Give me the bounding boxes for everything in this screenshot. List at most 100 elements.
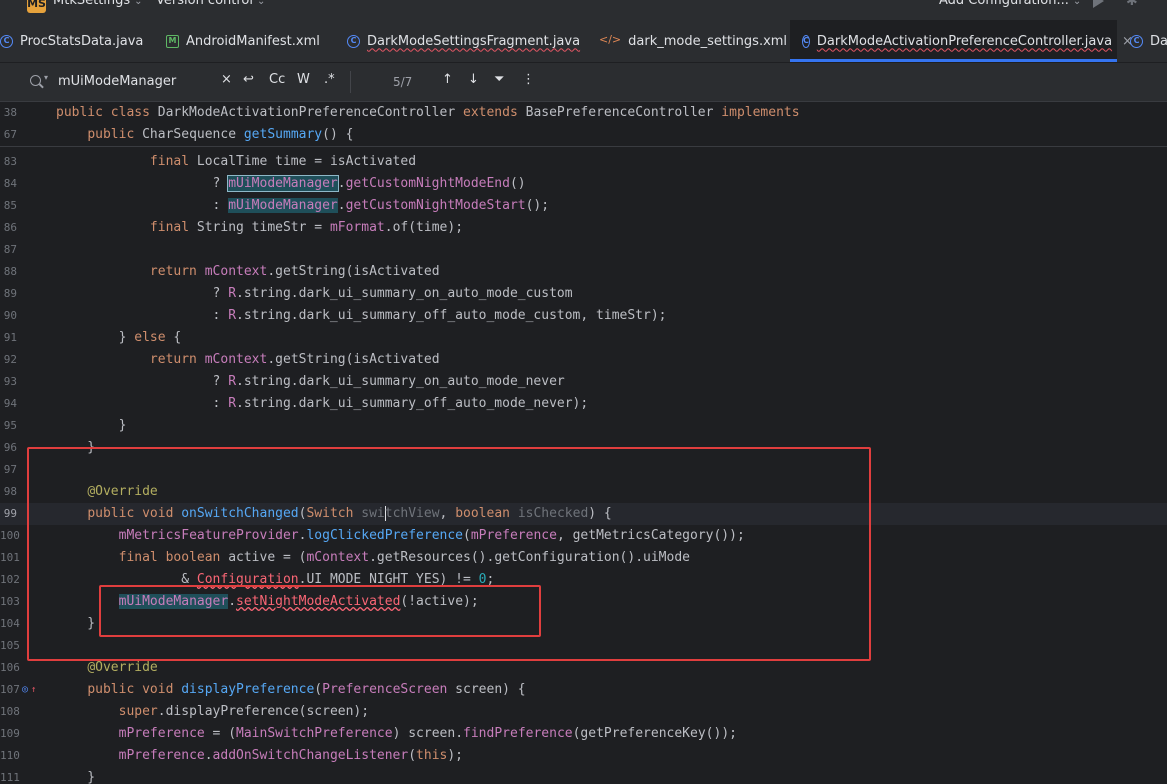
chevron-down-icon: ⌄ <box>134 0 143 7</box>
tab-label: DarkModeSettingsFragment.java <box>367 33 581 49</box>
code-text: ? R.string.dark_ui_summary_on_auto_mode_… <box>56 374 565 389</box>
tab-darkmodesettingsfragment[interactable]: C DarkModeSettingsFragment.java <box>347 20 580 62</box>
code-line[interactable]: 100 mMetricsFeatureProvider.logClickedPr… <box>0 525 1167 547</box>
manifest-icon: M <box>166 34 179 48</box>
code-line[interactable]: 103 mUiModeManager.setNightModeActivated… <box>0 591 1167 613</box>
code-line[interactable]: 38 public class DarkModeActivationPrefere… <box>0 102 1167 124</box>
code-line[interactable]: 87 <box>0 239 1167 261</box>
editor-tab-bar: C ProcStatsData.java M AndroidManifest.xml… <box>0 20 1167 63</box>
tab-darkmodeactivationpreferencecontroller[interactable]: C DarkModeActivationPreferenceController.… <box>790 20 1133 62</box>
code-line[interactable]: 101 final boolean active = (mContext.get… <box>0 547 1167 569</box>
code-text: public class DarkModeActivationPreferenc… <box>56 105 800 120</box>
code-text: } <box>56 616 96 631</box>
tab-dark-mode-settings-xml[interactable]: </> dark_mode_settings.xml <box>599 20 787 62</box>
code-text: } <box>56 418 127 433</box>
line-number: 83 <box>3 155 17 168</box>
code-text: ? mUiModeManager.getCustomNightModeEnd() <box>56 175 526 192</box>
version-control-menu[interactable]: Version control ⌄ <box>156 0 265 8</box>
code-line[interactable]: 89 ? R.string.dark_ui_summary_on_auto_mo… <box>0 283 1167 305</box>
whole-words-button[interactable]: W <box>297 72 310 87</box>
line-number: 38 <box>3 106 17 119</box>
line-number: 89 <box>3 287 17 300</box>
tab-label: Da <box>1150 33 1167 49</box>
clear-search-icon[interactable]: × <box>221 72 232 87</box>
code-line[interactable]: 105 <box>0 635 1167 657</box>
tab-procstatsdata[interactable]: C ProcStatsData.java <box>0 20 143 62</box>
code-line[interactable]: 91 } else { <box>0 327 1167 349</box>
code-text: : mUiModeManager.getCustomNightModeStart… <box>56 198 550 213</box>
line-number: 95 <box>3 419 17 432</box>
next-occurrence-icon[interactable]: ↓ <box>468 72 479 87</box>
line-number: 97 <box>3 463 17 476</box>
code-text: mPreference.addOnSwitchChangeListener(th… <box>118 748 464 763</box>
new-line-icon[interactable]: ↩ <box>243 72 254 87</box>
debug-icon[interactable]: ✱ <box>1126 0 1138 9</box>
code-line[interactable]: 102 & Configuration.UI_MODE_NIGHT_YES) !… <box>0 569 1167 591</box>
match-case-button[interactable]: Cc <box>269 72 285 87</box>
code-line[interactable]: 107 ◎ ↑ public void displayPreference(Pref… <box>0 679 1167 701</box>
class-icon: C <box>802 34 810 48</box>
line-number: 67 <box>3 128 17 141</box>
line-number: 110 <box>0 749 20 762</box>
code-line[interactable]: 85 : mUiModeManager.getCustomNightModeSt… <box>0 195 1167 217</box>
tab-label: DarkModeActivationPreferenceController.j… <box>816 33 1113 49</box>
line-number: 109 <box>0 727 20 740</box>
code-line[interactable]: 109 mPreference = (MainSwitchPreference)… <box>0 723 1167 745</box>
search-input[interactable] <box>58 71 218 91</box>
code-line[interactable]: 97 <box>0 459 1167 481</box>
code-text: @Override <box>87 484 158 499</box>
code-line[interactable]: 67 public CharSequence getSummary() { <box>0 124 1167 146</box>
regex-button[interactable]: .* <box>324 72 335 87</box>
divider <box>350 71 351 93</box>
code-line[interactable]: 92 return mContext.getString(isActivated <box>0 349 1167 371</box>
chevron-down-icon: ⌄ <box>1072 0 1082 7</box>
line-number: 103 <box>0 595 20 608</box>
chevron-down-icon[interactable]: ▾ <box>44 73 48 82</box>
line-number: 100 <box>0 529 20 542</box>
run-configuration-selector[interactable]: Add Configuration... ⌄ <box>939 0 1081 8</box>
override-arrow-icon[interactable]: ↑ <box>31 679 36 701</box>
tab-label: AndroidManifest.xml <box>186 33 320 49</box>
line-number: 92 <box>3 353 17 366</box>
code-line[interactable]: 86 final String timeStr = mFormat.of(tim… <box>0 217 1167 239</box>
more-options-icon[interactable]: ⋮ <box>522 72 535 87</box>
code-editor[interactable]: 38 public class DarkModeActivationPrefere… <box>0 102 1167 784</box>
code-line[interactable]: 88 return mContext.getString(isActivated <box>0 261 1167 283</box>
code-text: mMetricsFeatureProvider.logClickedPrefer… <box>118 528 745 543</box>
run-icon[interactable] <box>1093 0 1104 8</box>
code-line[interactable]: 104 } <box>0 613 1167 635</box>
code-line[interactable]: 99 public void onSwitchChanged(Switch sw… <box>0 503 1167 525</box>
code-line[interactable]: 111 } <box>0 767 1167 784</box>
xml-icon: </> <box>599 32 622 46</box>
code-line[interactable]: 94 : R.string.dark_ui_summary_off_auto_m… <box>0 393 1167 415</box>
code-line[interactable]: 93 ? R.string.dark_ui_summary_on_auto_mo… <box>0 371 1167 393</box>
project-badge[interactable]: MS <box>27 0 46 13</box>
code-line[interactable]: 83 final LocalTime time = isActivated <box>0 151 1167 173</box>
line-number: 96 <box>3 441 17 454</box>
code-text: public CharSequence getSummary() { <box>87 127 354 142</box>
line-number: 98 <box>3 485 17 498</box>
code-line[interactable]: 90 : R.string.dark_ui_summary_off_auto_m… <box>0 305 1167 327</box>
code-line[interactable]: 106 @Override <box>0 657 1167 679</box>
tab-androidmanifest[interactable]: M AndroidManifest.xml <box>166 20 320 62</box>
code-text: } <box>56 440 96 455</box>
line-number: 86 <box>3 221 17 234</box>
code-line[interactable]: 84 ? mUiModeManager.getCustomNightModeEn… <box>0 173 1167 195</box>
search-icon[interactable] <box>30 75 41 86</box>
find-bar: ▾ × ↩ Cc W .* 5/7 ↑ ↓ ⏷ ⋮ <box>0 63 1167 102</box>
project-selector[interactable]: MtkSettings ⌄ <box>53 0 143 8</box>
tab-overflow[interactable]: C Da <box>1130 20 1167 62</box>
line-number: 105 <box>0 639 20 652</box>
code-line[interactable]: 98 @Override <box>0 481 1167 503</box>
code-line[interactable]: 96 } <box>0 437 1167 459</box>
line-number: 102 <box>0 573 20 586</box>
code-line[interactable]: 95 } <box>0 415 1167 437</box>
previous-occurrence-icon[interactable]: ↑ <box>442 72 453 87</box>
line-number: 106 <box>0 661 20 674</box>
filter-icon[interactable]: ⏷ <box>494 72 504 87</box>
code-line[interactable]: 108 super.displayPreference(screen); <box>0 701 1167 723</box>
code-text: & Configuration.UI_MODE_NIGHT_YES) != 0; <box>56 572 495 587</box>
code-line[interactable]: 110 mPreference.addOnSwitchChangeListene… <box>0 745 1167 767</box>
implemented-method-icon[interactable]: ◎ <box>22 679 28 701</box>
main-toolbar: MS MtkSettings ⌄ Version control ⌄ Add Con… <box>0 0 1167 20</box>
